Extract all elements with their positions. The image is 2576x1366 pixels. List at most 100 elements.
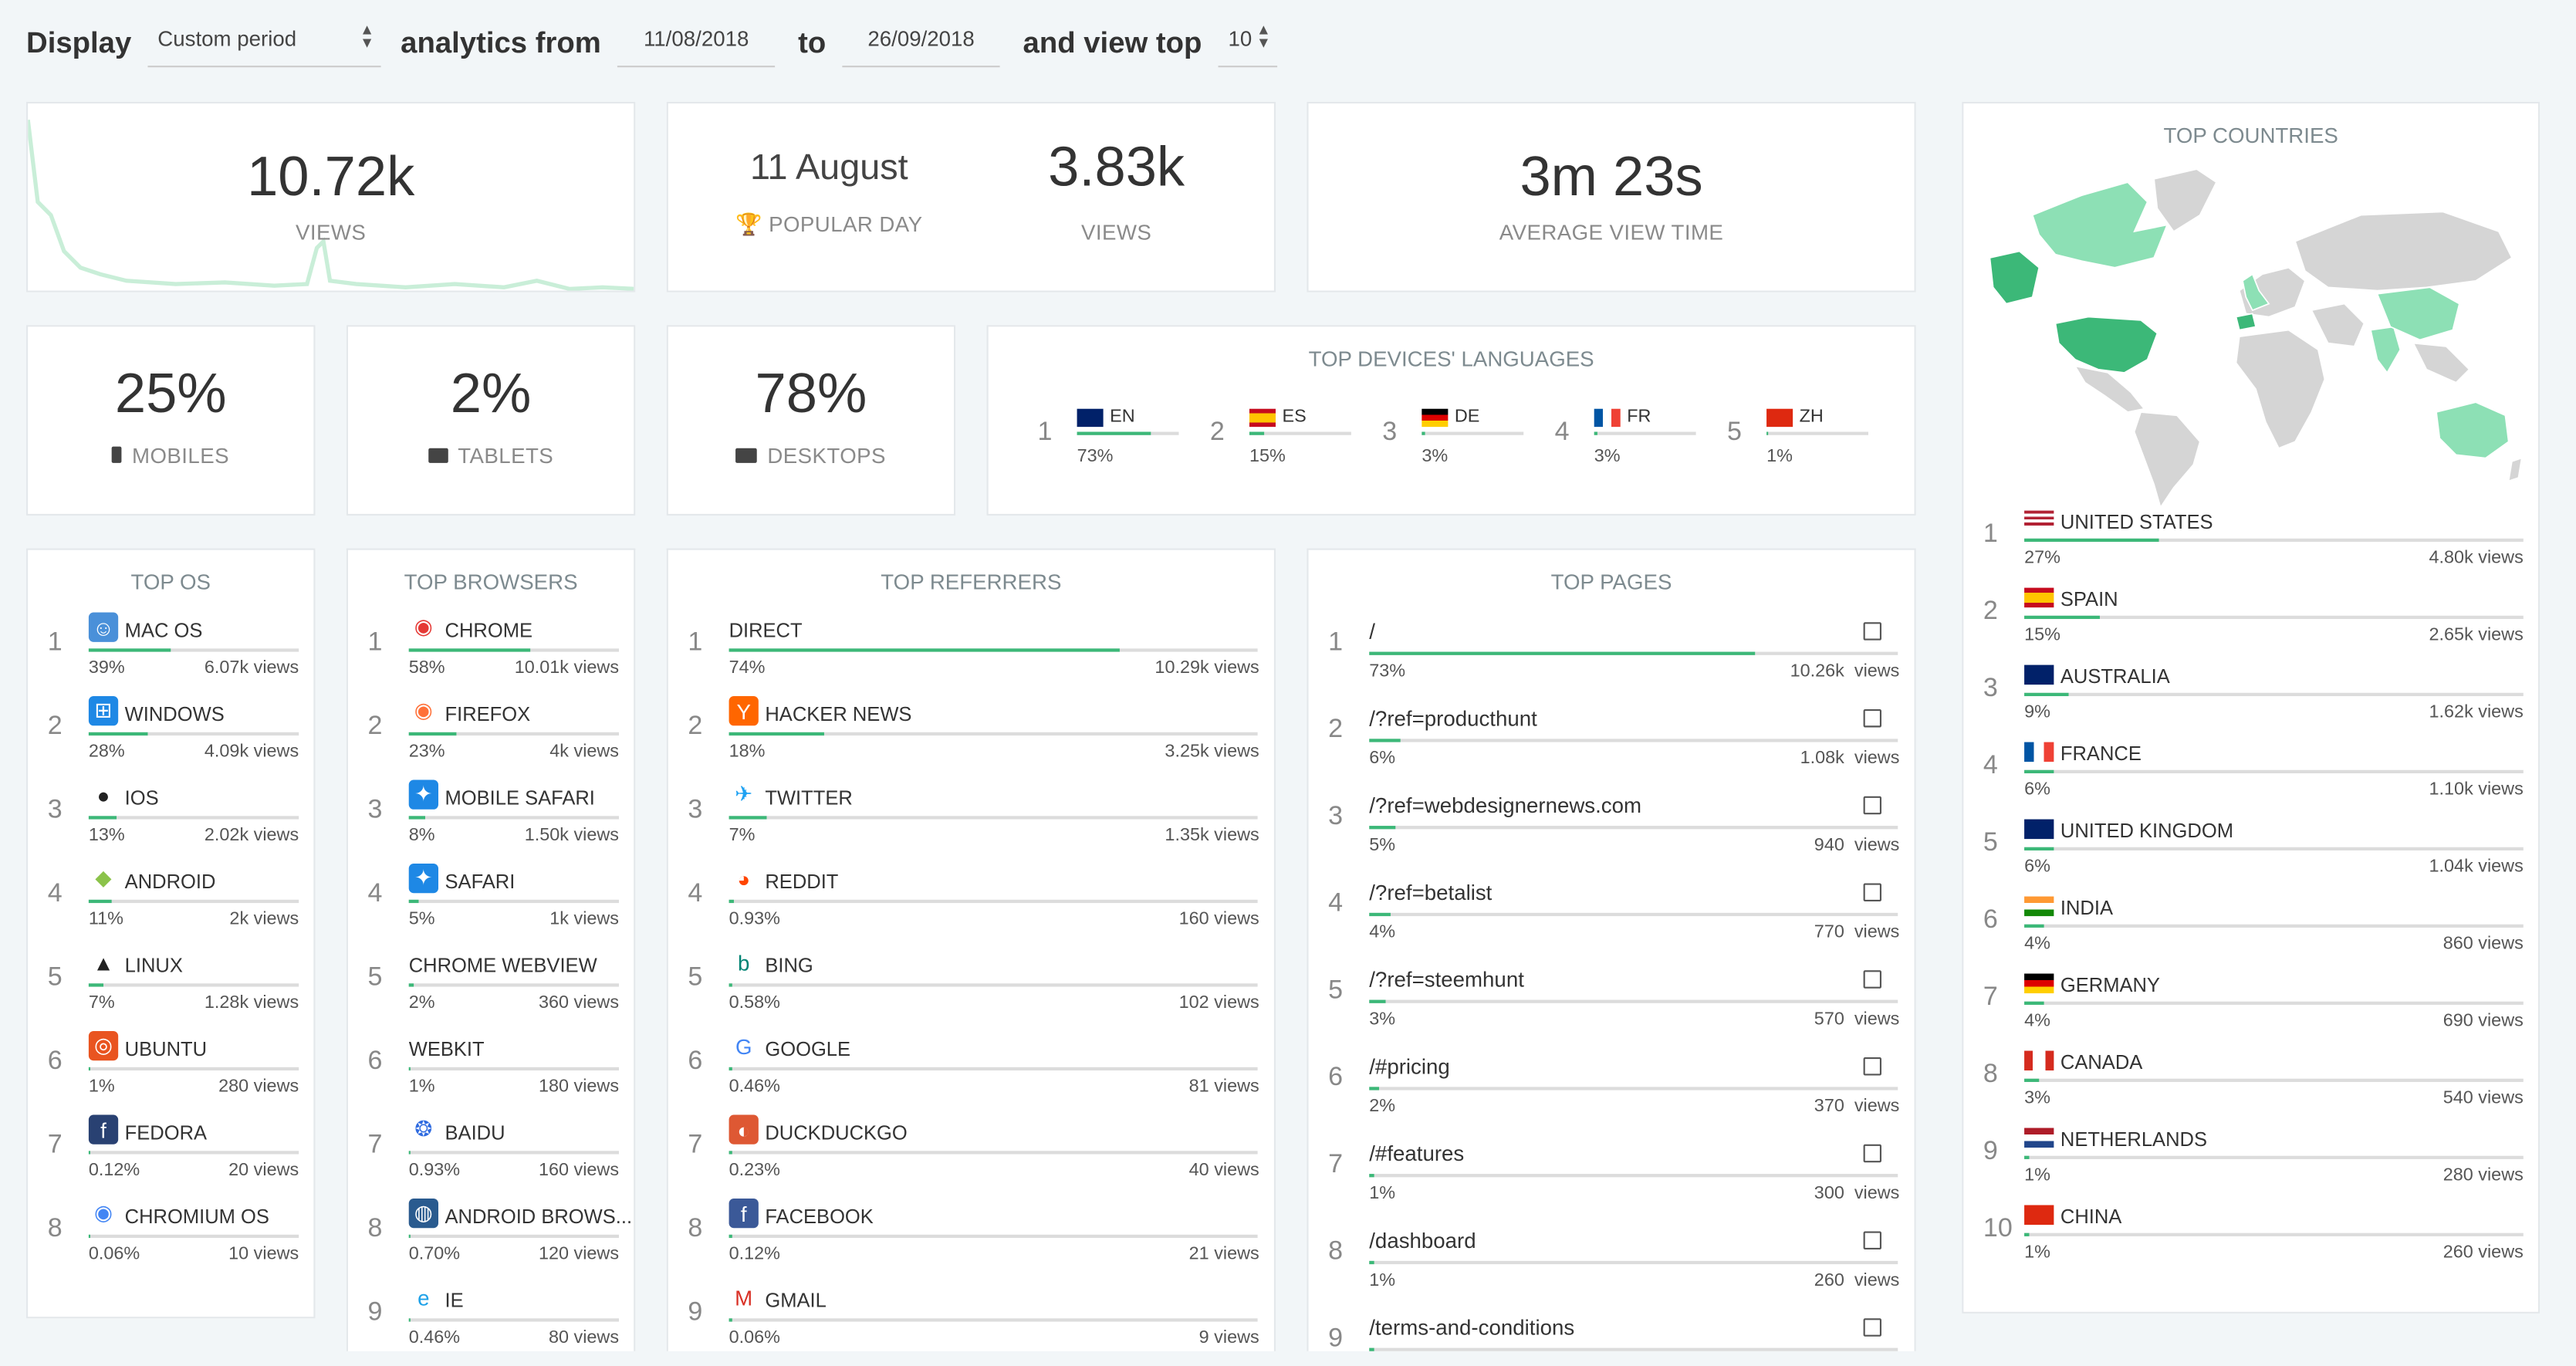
spain-flag-icon bbox=[2024, 587, 2054, 608]
browsers-row[interactable]: 7 ❂ BAIDU 0.93% 160 views bbox=[348, 1115, 634, 1199]
os-bar-fill bbox=[88, 1151, 90, 1155]
pages-row[interactable]: 2 /?ref=producthunt 6% 1.08k views bbox=[1309, 699, 1915, 786]
mobiles-card: 25% MOBILES bbox=[26, 325, 316, 516]
pages-row[interactable]: 4 /?ref=betalist 4% 770 views bbox=[1309, 874, 1915, 961]
os-name: IOS bbox=[124, 786, 159, 810]
os-row[interactable]: 6 ◎ UBUNTU 1% 280 views bbox=[28, 1031, 313, 1114]
pages-row[interactable]: 8/dashboard 1% 260 views bbox=[1309, 1222, 1915, 1309]
referrers-bar bbox=[729, 1067, 1258, 1071]
pages-row[interactable]: 3 /?ref=webdesignernews.com 5% 940 views bbox=[1309, 786, 1915, 874]
browsers-row[interactable]: 3 ✦ MOBILE SAFARI 8% 1.50k views bbox=[348, 779, 634, 864]
to-date-input[interactable]: 26/09/2018 bbox=[842, 19, 1000, 67]
countries-name: GERMANY bbox=[2060, 973, 2160, 997]
countries-row[interactable]: 4 FRANCE 6% 1.10k views bbox=[1963, 735, 2538, 813]
language-code: FR bbox=[1627, 407, 1651, 428]
countries-bar-fill bbox=[2024, 847, 2054, 850]
referrers-row[interactable]: 5 b BING 0.58% 102 views bbox=[668, 948, 1274, 1031]
os-rank: 3 bbox=[47, 796, 63, 824]
language-bar-fill bbox=[1766, 431, 1769, 435]
browsers-name: MOBILE SAFARI bbox=[445, 786, 595, 810]
os-row[interactable]: 2 ⊞ WINDOWS 28% 4.09k views bbox=[28, 696, 313, 779]
referrers-row[interactable]: 3 ✈ TWITTER 7% 1.35k views bbox=[668, 780, 1274, 864]
external-link-icon[interactable] bbox=[1863, 622, 1882, 641]
os-row[interactable]: 3 ● IOS 13% 2.02k views bbox=[28, 780, 313, 864]
browsers-row[interactable]: 6 WEBKIT 1% 180 views bbox=[348, 1031, 634, 1114]
referrers-row[interactable]: 1 DIRECT 74% 10.29k views bbox=[668, 613, 1274, 696]
mac-os-icon: ☺ bbox=[88, 612, 119, 642]
countries-row[interactable]: 8 CANADA 3% 540 views bbox=[1963, 1044, 2538, 1121]
countries-percent: 15% bbox=[2024, 625, 2060, 646]
referrers-row[interactable]: 2 Y HACKER NEWS 18% 3.25k views bbox=[668, 696, 1274, 779]
chromium-icon: ◉ bbox=[93, 1200, 113, 1226]
countries-row[interactable]: 3 AUSTRALIA 9% 1.62k views bbox=[1963, 658, 2538, 735]
referrers-row[interactable]: 7 ◐ DUCKDUCKGO 0.23% 40 views bbox=[668, 1114, 1274, 1199]
os-row[interactable]: 5 ▲ LINUX 7% 1.28k views bbox=[28, 948, 313, 1031]
browsers-row[interactable]: 2 ◉ FIREFOX 23% 4k views bbox=[348, 696, 634, 779]
ie-icon: e bbox=[418, 1284, 430, 1310]
pages-name: /dashboard bbox=[1369, 1228, 1476, 1253]
countries-row[interactable]: 10 CHINA 1% 260 views bbox=[1963, 1199, 2538, 1276]
pages-views: 10.26k views bbox=[1790, 661, 1900, 681]
external-link-icon[interactable] bbox=[1863, 1144, 1882, 1163]
os-bar bbox=[88, 816, 299, 820]
browsers-row[interactable]: 5 CHROME WEBVIEW 2% 360 views bbox=[348, 948, 634, 1031]
browsers-row[interactable]: 8 ◍ ANDROID BROWS... 0.70% 120 views bbox=[348, 1199, 634, 1282]
countries-row[interactable]: 9 NETHERLANDS 1% 280 views bbox=[1963, 1121, 2538, 1199]
top-count-select[interactable]: 10 ▲ ▼ bbox=[1218, 19, 1278, 67]
period-select[interactable]: Custom period ▲ ▼ bbox=[147, 19, 381, 67]
countries-views: 540 views bbox=[2442, 1088, 2524, 1108]
referrers-row[interactable]: 9 M GMAIL 0.06% 9 views bbox=[668, 1282, 1274, 1365]
pages-name: /?ref=steemhunt bbox=[1369, 967, 1524, 992]
pages-row[interactable]: 5 /?ref=steemhunt 3% 570 views bbox=[1309, 961, 1915, 1048]
os-views: 10 views bbox=[228, 1244, 299, 1265]
pages-row[interactable]: 1 / 73% 10.26k views bbox=[1309, 613, 1915, 700]
os-name: LINUX bbox=[124, 954, 183, 977]
os-percent: 13% bbox=[88, 826, 125, 846]
tablets-card: 2% TABLETS bbox=[346, 325, 636, 516]
views-card: 10.72k VIEWS bbox=[26, 101, 636, 292]
pages-row[interactable]: 6 /#pricing 2% 370 views bbox=[1309, 1047, 1915, 1134]
countries-row[interactable]: 2 SPAIN 15% 2.65k views bbox=[1963, 581, 2538, 658]
browsers-row[interactable]: 1 ◉ CHROME 58% 10.01k views bbox=[348, 613, 634, 696]
de-flag-icon bbox=[1422, 408, 1449, 428]
os-row[interactable]: 1 ☺ MAC OS 39% 6.07k views bbox=[28, 612, 313, 696]
referrers-rank: 5 bbox=[688, 963, 703, 992]
countries-row[interactable]: 5 UNITED KINGDOM 6% 1.04k views bbox=[1963, 813, 2538, 890]
browsers-row[interactable]: 4 ✦ SAFARI 5% 1k views bbox=[348, 864, 634, 947]
countries-percent: 4% bbox=[2024, 934, 2050, 955]
map-middle-east bbox=[2311, 303, 2365, 347]
pages-row[interactable]: 9/terms-and-conditions bbox=[1309, 1309, 1915, 1351]
os-row[interactable]: 7 f FEDORA 0.12% 20 views bbox=[28, 1114, 313, 1199]
referrers-row[interactable]: 8 f FACEBOOK 0.12% 21 views bbox=[668, 1199, 1274, 1282]
os-percent: 1% bbox=[88, 1077, 115, 1097]
external-link-icon[interactable] bbox=[1863, 1318, 1882, 1337]
external-link-icon[interactable] bbox=[1863, 1057, 1882, 1076]
countries-row[interactable]: 7 GERMANY 4% 690 views bbox=[1963, 967, 2538, 1044]
os-views: 2.02k views bbox=[204, 826, 299, 846]
pages-name: /?ref=producthunt bbox=[1369, 705, 1537, 731]
pages-row[interactable]: 7 /#features 1% 300 views bbox=[1309, 1134, 1915, 1222]
browsers-row[interactable]: 9 e IE 0.46% 80 views bbox=[348, 1282, 634, 1365]
external-link-icon[interactable] bbox=[1863, 970, 1882, 989]
gmail-icon: M bbox=[735, 1284, 753, 1310]
android-browser-icon: ◍ bbox=[408, 1199, 439, 1229]
referrers-bar-fill bbox=[729, 983, 732, 987]
countries-bar-fill bbox=[2024, 615, 2100, 620]
browsers-views: 1k views bbox=[549, 909, 620, 930]
referrers-bar bbox=[729, 648, 1258, 652]
referrers-row[interactable]: 4 ◕ REDDIT 0.93% 160 views bbox=[668, 864, 1274, 947]
countries-row[interactable]: 6 INDIA 4% 860 views bbox=[1963, 890, 2538, 967]
external-link-icon[interactable] bbox=[1863, 883, 1882, 901]
countries-row[interactable]: 1 UNITED STATES 27% 4.80k views bbox=[1963, 504, 2538, 581]
referrers-row[interactable]: 6 G GOOGLE 0.46% 81 views bbox=[668, 1031, 1274, 1114]
language-bar-fill bbox=[1249, 431, 1265, 435]
external-link-icon[interactable] bbox=[1863, 1231, 1882, 1249]
os-row[interactable]: 8 ◉ CHROMIUM OS 0.06% 10 views bbox=[28, 1199, 313, 1282]
countries-rank: 7 bbox=[1983, 983, 1998, 1012]
period-value: Custom period bbox=[157, 25, 297, 50]
external-link-icon[interactable] bbox=[1863, 796, 1882, 815]
external-link-icon[interactable] bbox=[1863, 709, 1882, 728]
top-pages-title: TOP PAGES bbox=[1550, 570, 1672, 595]
os-row[interactable]: 4 ◆ ANDROID 11% 2k views bbox=[28, 864, 313, 947]
from-date-input[interactable]: 11/08/2018 bbox=[617, 19, 776, 67]
